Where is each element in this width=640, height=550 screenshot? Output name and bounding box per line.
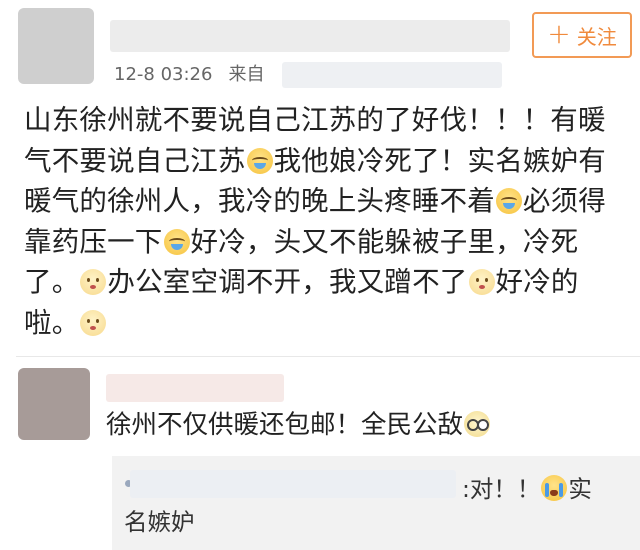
quote-text-tail: :对！！ <box>462 475 541 503</box>
post-line: 气不要说自己江苏 我他娘冷死了！实名嫉妒有 <box>24 141 636 182</box>
post-text-segment: 靠药压一下 <box>24 225 163 258</box>
reply-body: 徐州不仅供暖还包邮！全民公敌 <box>106 408 491 442</box>
quote-text-end: 实 <box>568 475 592 503</box>
sad-face-emoji-icon <box>80 309 107 336</box>
sad-face-emoji-icon <box>80 269 107 295</box>
post-line: 暖气的徐州人，我冷的晚上头疼睡不着 必须得 <box>24 181 636 222</box>
cry-laugh-emoji-icon <box>495 188 522 214</box>
post-source-prefix: 来自 <box>228 64 265 85</box>
quote-text-line2: 名嫉妒 <box>124 508 195 536</box>
post-text-segment: 好冷的 <box>495 266 579 298</box>
glasses-face-emoji-icon <box>464 411 491 437</box>
reply-author-redacted[interactable] <box>106 374 284 402</box>
post-source-redacted <box>282 62 502 88</box>
post-text-segment: 山东徐州就不要说自己江苏的了好伐！！！有暖 <box>24 104 606 136</box>
post-text-segment: 啦。 <box>24 306 80 339</box>
post-text-segment: 好冷，头又不能躲被子里，冷死 <box>190 225 579 258</box>
plus-icon: + <box>547 16 571 50</box>
post-text-segment: 办公室空调不开，我又蹭不了 <box>107 266 468 298</box>
quoted-reply-text: :对！！ 实 名嫉妒 <box>124 473 604 539</box>
cry-laugh-emoji-icon <box>246 147 273 174</box>
author-name-redacted[interactable] <box>110 20 510 52</box>
follow-button[interactable]: + 关注 <box>532 12 632 58</box>
comment-divider <box>16 356 640 357</box>
author-avatar[interactable] <box>18 8 94 84</box>
cry-laugh-emoji-icon <box>163 228 190 255</box>
sad-face-emoji-icon <box>468 269 495 295</box>
post-line: 靠药压一下 好冷，头又不能躲被子里，冷死 <box>24 222 636 263</box>
reply-avatar[interactable] <box>18 368 90 440</box>
post-text-segment: 必须得 <box>522 185 607 217</box>
post-line: 山东徐州就不要说自己江苏的了好伐！！！有暖 <box>24 100 636 141</box>
reply-text: 徐州不仅供暖还包邮！全民公敌 <box>106 410 464 440</box>
post-body: 山东徐州就不要说自己江苏的了好伐！！！有暖 气不要说自己江苏 我他娘冷死了！实名嫉… <box>24 100 636 343</box>
post-text-segment: 我他娘冷死了！实名嫉妒有 <box>273 144 607 177</box>
post-timestamp: 12-8 03:26 <box>114 64 213 85</box>
post-text-segment: 气不要说自己江苏 <box>24 144 246 177</box>
post-text-segment: 暖气的徐州人，我冷的晚上头疼睡不着 <box>24 185 495 217</box>
follow-label: 关注 <box>576 24 617 49</box>
post-line: 了。 办公室空调不开，我又蹭不了 好冷的 <box>24 262 636 303</box>
post-line: 啦。 <box>24 303 636 344</box>
crying-face-emoji-icon <box>541 475 568 501</box>
post-text-segment: 了。 <box>24 266 80 298</box>
post-meta: 12-8 03:26 来自 <box>114 62 264 88</box>
